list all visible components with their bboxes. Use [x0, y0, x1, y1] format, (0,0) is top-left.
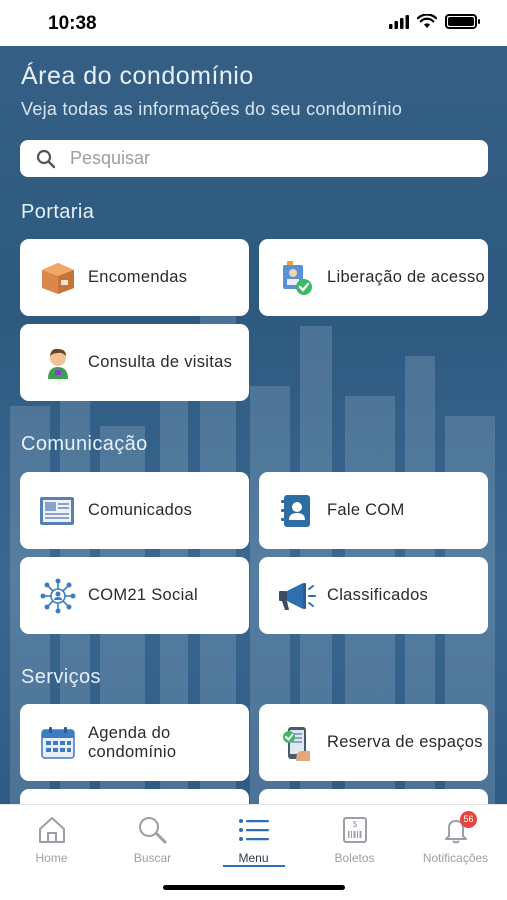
tab-notificacoes[interactable]: 56 Notificações — [405, 811, 506, 865]
card-label: COM21 Social — [88, 586, 198, 604]
battery-icon — [445, 14, 480, 29]
main-content[interactable]: Área do condomínio Veja todas as informa… — [0, 46, 507, 804]
access-badge-icon — [277, 258, 317, 298]
social-network-icon — [38, 576, 78, 616]
page-subtitle: Veja todas as informações do seu condomí… — [21, 99, 403, 119]
tab-label: Buscar — [133, 851, 172, 865]
card-classificados[interactable]: Classificados — [259, 557, 488, 634]
card-agenda-condominio[interactable]: Agenda do condomínio — [20, 704, 249, 781]
card-comunicados[interactable]: Comunicados — [20, 472, 249, 549]
wifi-icon — [417, 14, 437, 28]
calendar-icon — [38, 723, 78, 763]
section-title-comunicacao: Comunicação — [21, 433, 148, 455]
tab-buscar[interactable]: Buscar — [102, 815, 203, 865]
search-icon — [102, 815, 203, 845]
newspaper-icon — [38, 491, 78, 531]
tab-home[interactable]: Home — [1, 815, 102, 865]
card-label: Fale COM — [327, 501, 405, 519]
search-icon — [36, 149, 56, 168]
page-title: Área do condomínio — [21, 62, 254, 90]
menu-icon — [203, 815, 304, 845]
card-com21-social[interactable]: COM21 Social — [20, 557, 249, 634]
card-label: Liberação de acesso — [327, 268, 485, 286]
megaphone-icon — [277, 576, 317, 616]
package-icon — [38, 258, 78, 298]
tab-label: Home — [35, 851, 68, 865]
contact-book-icon — [277, 491, 317, 531]
card-label: Comunicados — [88, 501, 193, 519]
status-time: 10:38 — [48, 13, 97, 34]
card-liberacao-acesso[interactable]: Liberação de acesso — [259, 239, 488, 316]
card-consulta-visitas[interactable]: Consulta de visitas — [20, 324, 249, 401]
card-label: Consulta de visitas — [88, 353, 233, 371]
tab-label: Menu — [238, 851, 269, 865]
home-indicator[interactable] — [163, 885, 345, 890]
card-label: Encomendas — [88, 268, 188, 286]
section-title-portaria: Portaria — [21, 201, 95, 223]
tab-menu[interactable]: Menu — [203, 815, 304, 865]
tab-label: Boletos — [334, 851, 375, 865]
bell-icon: 56 — [405, 811, 506, 845]
active-tab-indicator — [223, 865, 285, 867]
search-bar[interactable] — [20, 140, 488, 177]
card-label: Agenda do condomínio — [88, 723, 177, 761]
bill-icon: $ — [304, 815, 405, 845]
card-label: Classificados — [327, 586, 429, 604]
card-encomendas[interactable]: Encomendas — [20, 239, 249, 316]
card-partial[interactable] — [259, 789, 488, 804]
booking-icon — [277, 723, 317, 763]
home-icon — [1, 815, 102, 845]
tab-boletos[interactable]: $ Boletos — [304, 815, 405, 865]
notification-badge: 56 — [460, 811, 477, 828]
card-label: Reserva de espaços — [327, 733, 483, 751]
card-fale-com[interactable]: Fale COM — [259, 472, 488, 549]
status-icons — [389, 14, 480, 29]
search-input[interactable] — [70, 148, 450, 169]
card-reserva-espacos[interactable]: Reserva de espaços — [259, 704, 488, 781]
tab-label: Notificações — [422, 851, 489, 865]
section-title-servicos: Serviços — [21, 666, 101, 688]
status-bar: 10:38 — [0, 0, 507, 46]
svg-text:$: $ — [352, 820, 357, 829]
card-partial[interactable] — [20, 789, 249, 804]
signal-icon — [389, 14, 409, 29]
visitor-icon — [38, 343, 78, 383]
